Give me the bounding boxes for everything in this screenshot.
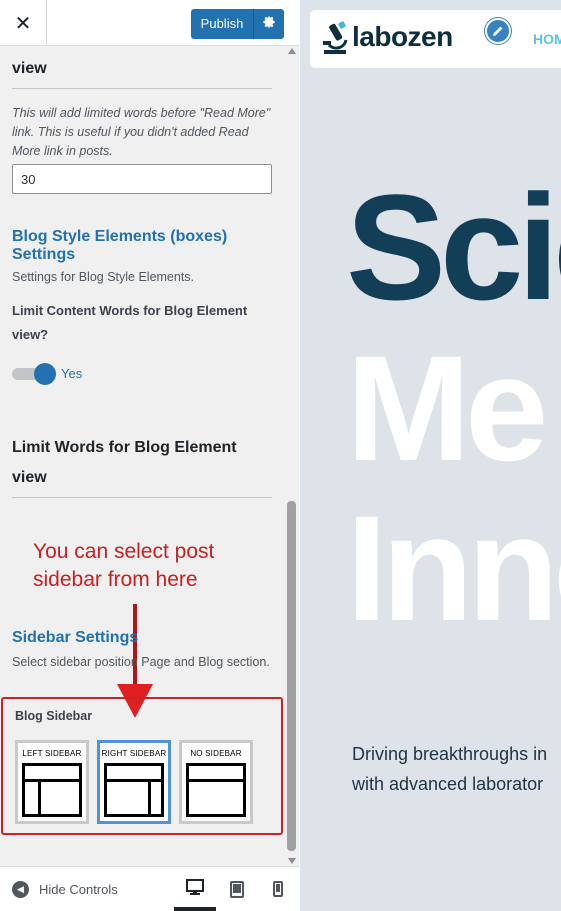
blog-elements-description: Settings for Blog Style Elements. — [12, 270, 195, 284]
limit-content-toggle[interactable] — [12, 363, 56, 385]
prev-control-description: This will add limited words before "Read… — [12, 106, 271, 158]
customizer-footer: ◀ Hide Controls — [0, 866, 299, 911]
blog-sidebar-label: Blog Sidebar — [15, 709, 93, 723]
hero-tagline-line-1: Driving breakthroughs in — [352, 744, 548, 764]
option-caption: NO SIDEBAR — [190, 749, 242, 758]
blog-elements-section-title[interactable]: Blog Style Elements (boxes) Settings — [12, 228, 274, 264]
hero-heading-line-2: Me — [346, 324, 548, 492]
edit-shortcut-button[interactable] — [485, 18, 511, 44]
scroll-up-arrow[interactable] — [288, 48, 296, 54]
customizer-panel: ✕ Publish view This will add limited wor… — [0, 0, 299, 911]
microscope-icon — [323, 21, 348, 54]
collapse-icon: ◀ — [12, 881, 29, 898]
limit-content-words-label: Limit Content Words for Blog Element vie… — [12, 303, 248, 342]
option-caption: LEFT SIDEBAR — [22, 749, 82, 758]
right-sidebar-option[interactable]: RIGHT SIDEBAR — [97, 740, 171, 824]
divider — [12, 88, 272, 89]
close-icon: ✕ — [14, 12, 32, 35]
scroll-down-arrow[interactable] — [288, 858, 296, 864]
publish-label: Publish — [191, 9, 254, 39]
divider — [12, 497, 272, 498]
site-preview[interactable]: labozen HOM Scie Me Inno Driving breakth… — [300, 0, 561, 911]
right-sidebar-layout-icon — [104, 763, 164, 817]
toggle-value-label: Yes — [61, 366, 83, 381]
site-header: labozen HOM — [310, 10, 561, 68]
annotation-text: You can select post sidebar from here — [33, 540, 215, 591]
hero-heading-line-3: Inno — [346, 484, 561, 652]
close-button[interactable]: ✕ — [0, 0, 47, 46]
no-sidebar-option[interactable]: NO SIDEBAR — [179, 740, 253, 824]
sidebar-settings-description: Select sidebar position Page and Blog se… — [12, 655, 270, 669]
hide-controls-button[interactable]: ◀ Hide Controls — [12, 881, 118, 898]
nav-item-home[interactable]: HOM — [533, 31, 561, 47]
mobile-preview-button[interactable] — [257, 867, 299, 911]
scrollbar[interactable] — [285, 46, 299, 866]
mobile-icon — [273, 881, 283, 897]
limit-words-title: Limit Words for Blog Element view — [12, 439, 237, 486]
desktop-preview-button[interactable] — [174, 867, 216, 911]
scrollbar-thumb[interactable] — [287, 501, 296, 851]
hero-tagline-line-2: with advanced laborator — [352, 774, 544, 794]
tablet-preview-button[interactable] — [216, 867, 258, 911]
site-logo-text[interactable]: labozen — [352, 20, 453, 54]
hide-controls-label: Hide Controls — [39, 882, 118, 897]
left-sidebar-option[interactable]: LEFT SIDEBAR — [15, 740, 89, 824]
option-caption: RIGHT SIDEBAR — [101, 749, 167, 758]
gear-icon[interactable] — [254, 15, 284, 33]
controls-scroll-area[interactable]: view This will add limited words before … — [0, 46, 285, 866]
publish-button[interactable]: Publish — [191, 9, 284, 39]
sidebar-settings-title[interactable]: Sidebar Settings — [12, 629, 274, 647]
toggle-knob — [34, 363, 56, 385]
pencil-icon — [493, 26, 503, 36]
desktop-icon — [186, 879, 204, 895]
limit-words-input[interactable] — [12, 164, 272, 194]
tablet-icon — [230, 880, 244, 898]
hero-heading-line-1: Scie — [346, 163, 561, 331]
left-sidebar-layout-icon — [22, 763, 82, 817]
prev-control-title: view — [12, 60, 47, 77]
customizer-header: ✕ Publish — [0, 0, 299, 46]
no-sidebar-layout-icon — [186, 763, 246, 817]
